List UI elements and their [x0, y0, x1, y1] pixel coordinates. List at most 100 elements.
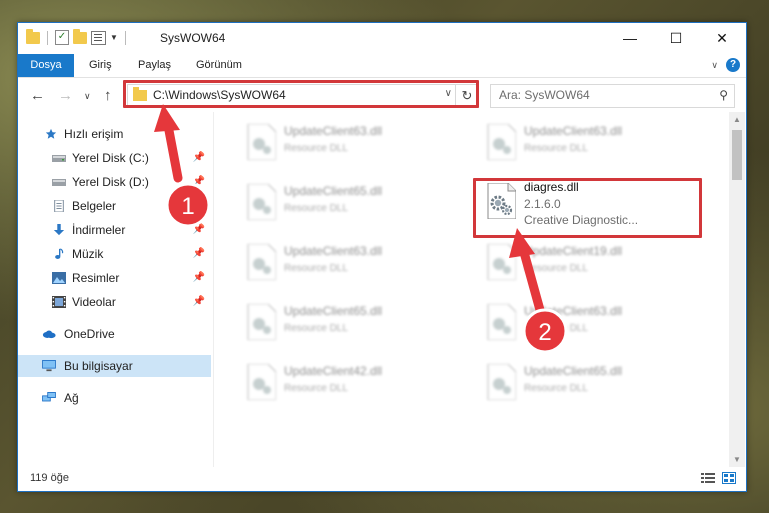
- file-type: Resource DLL: [284, 143, 348, 154]
- new-folder-icon[interactable]: [73, 28, 87, 44]
- picture-icon: [52, 272, 66, 284]
- file-item[interactable]: UpdateClient65.dll Resource DLL: [236, 176, 466, 228]
- sidebar-item-label: OneDrive: [64, 327, 115, 341]
- help-icon[interactable]: ?: [726, 58, 740, 72]
- dll-file-icon: [247, 364, 276, 400]
- scrollbar-thumb[interactable]: [732, 130, 742, 180]
- file-name: UpdateClient63.dll: [284, 124, 383, 138]
- dll-file-icon: [247, 244, 276, 280]
- folder-icon: [26, 28, 40, 44]
- sidebar-item-quick-access[interactable]: Hızlı erişim: [18, 123, 211, 145]
- pin-icon[interactable]: 📌: [193, 243, 205, 265]
- file-item[interactable]: UpdateClient19.dll Resource DLL: [476, 236, 706, 288]
- customize-toolbar-chevron-icon[interactable]: ▼: [110, 33, 118, 42]
- document-icon: [54, 200, 64, 212]
- dll-file-icon: [487, 124, 516, 160]
- file-name: UpdateClient63.dll: [284, 244, 383, 258]
- minimize-button[interactable]: —: [607, 23, 653, 54]
- sidebar-item-documents[interactable]: Belgeler 📌: [18, 195, 211, 217]
- music-note-icon: [55, 248, 64, 259]
- file-item[interactable]: UpdateClient65.dll Resource DLL: [476, 356, 706, 408]
- sidebar-item-label: Hızlı erişim: [64, 127, 124, 141]
- file-name: UpdateClient65.dll: [284, 184, 383, 198]
- expand-ribbon-chevron-icon[interactable]: ∨: [711, 60, 718, 71]
- sidebar-item-onedrive[interactable]: OneDrive: [18, 323, 211, 345]
- sidebar-item-label: Videolar: [72, 295, 116, 309]
- file-item[interactable]: UpdateClient42.dll Resource DLL: [236, 356, 466, 408]
- file-list: UpdateClient63.dll Resource DLL UpdateCl…: [214, 112, 729, 468]
- sidebar-item-local-disk-c[interactable]: Yerel Disk (C:) 📌: [18, 147, 211, 169]
- scroll-down-icon[interactable]: ▼: [729, 452, 745, 468]
- file-type: Resource DLL: [284, 383, 348, 394]
- large-icons-view-icon[interactable]: [722, 472, 736, 484]
- maximize-button[interactable]: ☐: [653, 23, 699, 54]
- scroll-up-icon[interactable]: ▲: [729, 112, 745, 128]
- dll-file-icon: [247, 124, 276, 160]
- pin-icon[interactable]: 📌: [193, 291, 205, 313]
- close-button[interactable]: ✕: [699, 23, 745, 54]
- file-type: Resource DLL: [524, 383, 588, 394]
- sidebar-item-label: İndirmeler: [72, 223, 126, 237]
- back-arrow-icon[interactable]: ←: [30, 87, 45, 104]
- sidebar-item-label: Müzik: [72, 247, 104, 261]
- file-item[interactable]: UpdateClient65.dll Resource DLL: [236, 296, 466, 348]
- forward-arrow-icon[interactable]: →: [58, 87, 73, 104]
- pin-icon[interactable]: 📌: [193, 219, 205, 241]
- star-icon: [45, 128, 57, 139]
- dll-file-icon: [487, 304, 516, 340]
- file-name: UpdateClient19.dll: [524, 244, 623, 258]
- search-icon[interactable]: ⚲: [719, 88, 728, 102]
- pin-icon[interactable]: 📌: [193, 147, 205, 169]
- dll-file-icon: [247, 304, 276, 340]
- details-view-icon[interactable]: [701, 472, 715, 484]
- computer-icon: [42, 360, 56, 372]
- download-arrow-icon: [53, 224, 65, 236]
- file-name: UpdateClient65.dll: [284, 304, 383, 318]
- dll-file-icon: [247, 184, 276, 220]
- dll-file-icon: [487, 364, 516, 400]
- file-item[interactable]: UpdateClient63.dll Resource DLL: [236, 116, 466, 168]
- sidebar-item-pictures[interactable]: Resimler 📌: [18, 267, 211, 289]
- sidebar-item-label: Yerel Disk (D:): [72, 175, 149, 189]
- pin-icon[interactable]: 📌: [193, 267, 205, 289]
- tab-file[interactable]: Dosya: [18, 54, 74, 77]
- sidebar-item-music[interactable]: Müzik 📌: [18, 243, 211, 265]
- status-bar: 119 öğe: [18, 467, 746, 491]
- item-count: 119 öğe: [30, 472, 69, 484]
- file-item[interactable]: UpdateClient63.dll Resource DLL: [236, 236, 466, 288]
- sidebar-item-label: Bu bilgisayar: [64, 359, 133, 373]
- file-type: Resource DLL: [524, 143, 588, 154]
- vertical-scrollbar[interactable]: ▲ ▼: [729, 112, 745, 468]
- film-icon: [52, 296, 66, 308]
- sidebar-item-label: Yerel Disk (C:): [72, 151, 149, 165]
- sidebar-item-videos[interactable]: Videolar 📌: [18, 291, 211, 313]
- tab-home[interactable]: Giriş: [89, 54, 112, 77]
- toolbar-divider: [124, 30, 126, 45]
- sidebar-item-network[interactable]: Ağ: [18, 387, 211, 409]
- recent-locations-chevron-icon[interactable]: ∨: [84, 91, 91, 102]
- tab-view[interactable]: Görünüm: [196, 54, 242, 77]
- pin-icon[interactable]: 📌: [193, 195, 205, 217]
- toolbar-divider: [47, 30, 48, 45]
- window-title: SysWOW64: [160, 31, 226, 45]
- drive-icon: [52, 179, 66, 186]
- file-item[interactable]: UpdateClient63.dll Resource DLL: [476, 296, 706, 348]
- sidebar-item-label: Ağ: [64, 391, 79, 405]
- properties-icon[interactable]: [91, 30, 106, 45]
- file-type: Resource DLL: [284, 263, 348, 274]
- address-bar-highlight: [123, 80, 479, 108]
- cloud-icon: [42, 330, 56, 339]
- search-input[interactable]: Ara: SysWOW64 ⚲: [490, 84, 735, 108]
- pin-icon[interactable]: 📌: [193, 171, 205, 193]
- file-item[interactable]: UpdateClient63.dll Resource DLL: [476, 116, 706, 168]
- up-arrow-icon[interactable]: ↑: [104, 87, 112, 104]
- sidebar-item-label: Belgeler: [72, 199, 117, 213]
- sidebar-item-downloads[interactable]: İndirmeler 📌: [18, 219, 211, 241]
- search-placeholder: Ara: SysWOW64: [499, 88, 590, 102]
- sidebar-item-this-pc[interactable]: Bu bilgisayar: [18, 355, 211, 377]
- tab-share[interactable]: Paylaş: [138, 54, 171, 77]
- properties-check-icon[interactable]: ✓: [55, 30, 69, 45]
- ribbon-tabs: Dosya Giriş Paylaş Görünüm ∨ ?: [18, 54, 746, 78]
- sidebar-item-local-disk-d[interactable]: Yerel Disk (D:) 📌: [18, 171, 211, 193]
- file-type: Resource DLL: [284, 203, 348, 214]
